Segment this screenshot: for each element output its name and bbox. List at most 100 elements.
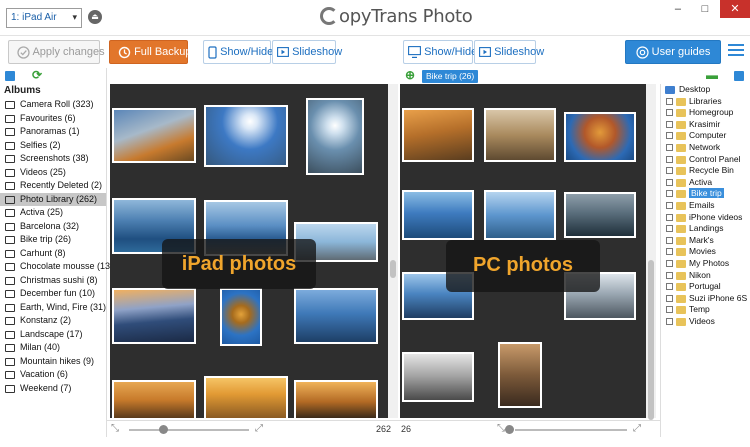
photo-thumbnail[interactable] [484, 108, 556, 162]
checkbox[interactable] [666, 259, 673, 267]
photo-thumbnail[interactable] [294, 380, 378, 418]
checkbox[interactable] [666, 306, 673, 314]
maximize-button[interactable]: □ [693, 0, 717, 18]
ipad-zoom-slider[interactable] [129, 429, 249, 431]
tree-item[interactable]: Mark's [661, 235, 750, 247]
expand-icon[interactable]: ⤢ [633, 423, 641, 434]
folder-icon[interactable]: ▬ [706, 68, 718, 82]
expand-icon[interactable]: ⤢ [255, 423, 263, 434]
checkbox[interactable] [666, 97, 673, 105]
album-item[interactable]: December fun (10) [0, 287, 106, 301]
tree-item[interactable]: Portugal [661, 281, 750, 293]
album-item[interactable]: Recently Deleted (2) [0, 179, 106, 193]
album-item[interactable]: Christmas sushi (8) [0, 274, 106, 288]
collapse-tree-icon[interactable] [734, 71, 744, 81]
photo-thumbnail[interactable] [220, 288, 262, 346]
checkbox[interactable] [666, 317, 673, 325]
checkbox[interactable] [666, 294, 673, 302]
pc-zoom-slider[interactable] [515, 429, 627, 431]
shrink-icon[interactable]: ⤡ [111, 423, 119, 434]
album-item[interactable]: Vacation (6) [0, 368, 106, 382]
album-item[interactable]: Chocolate mousse (13) [0, 260, 113, 274]
tree-item[interactable]: Suzi iPhone 6S [661, 293, 750, 305]
album-item[interactable]: Camera Roll (323) [0, 98, 106, 112]
tree-item[interactable]: Movies [661, 246, 750, 258]
tree-item-desktop[interactable]: Desktop [661, 84, 750, 96]
checkbox[interactable] [666, 109, 673, 117]
album-item[interactable]: Panoramas (1) [0, 125, 106, 139]
pc-pane-scrollbar[interactable] [646, 84, 656, 420]
album-item[interactable]: Favourites (6) [0, 112, 106, 126]
album-item[interactable]: Bike trip (26) [0, 233, 106, 247]
checkbox[interactable] [666, 225, 673, 233]
photo-thumbnail[interactable] [484, 190, 556, 240]
album-item[interactable]: Earth, Wind, Fire (31) [0, 301, 106, 315]
tree-item[interactable]: Control Panel [661, 154, 750, 166]
menu-icon[interactable] [728, 44, 744, 58]
album-item[interactable]: Weekend (7) [0, 382, 106, 396]
photo-thumbnail[interactable] [306, 98, 364, 175]
photo-thumbnail[interactable] [112, 108, 196, 163]
checkbox[interactable] [666, 283, 673, 291]
photo-thumbnail[interactable] [204, 105, 288, 167]
checkbox[interactable] [666, 236, 673, 244]
photo-thumbnail[interactable] [498, 342, 542, 408]
album-item[interactable]: Photo Library (262) [0, 192, 106, 206]
ipad-pane-scrollbar[interactable] [388, 84, 398, 418]
scrollbar-thumb[interactable] [648, 260, 654, 420]
album-item[interactable]: Videos (25) [0, 166, 106, 180]
checkbox[interactable] [666, 213, 673, 221]
photo-thumbnail[interactable] [294, 288, 378, 344]
user-guides-button[interactable]: User guides [625, 40, 721, 64]
tree-item[interactable]: Computer [661, 130, 750, 142]
device-select[interactable]: 1: iPad Air ▾ [6, 8, 82, 28]
add-album-icon[interactable]: ⟳ [32, 68, 42, 82]
checkbox[interactable] [666, 132, 673, 140]
album-item[interactable]: Screenshots (38) [0, 152, 106, 166]
tree-item[interactable]: Homegroup [661, 107, 750, 119]
checkbox[interactable] [666, 120, 673, 128]
eject-icon[interactable]: ⏏ [88, 10, 102, 24]
checkbox[interactable] [666, 201, 673, 209]
left-show-hide-button[interactable]: Show/Hide [203, 40, 273, 64]
checkbox[interactable] [666, 167, 673, 175]
album-item[interactable]: Landscape (17) [0, 328, 106, 342]
tree-item[interactable]: Recycle Bin [661, 165, 750, 177]
photo-thumbnail[interactable] [204, 376, 288, 418]
tree-item[interactable]: Network [661, 142, 750, 154]
add-folder-icon[interactable]: ⊕ [405, 68, 415, 82]
minimize-button[interactable]: – [666, 0, 690, 18]
tree-item[interactable]: Temp [661, 304, 750, 316]
tree-item[interactable]: Nikon [661, 270, 750, 282]
checkbox[interactable] [666, 155, 673, 163]
tree-item[interactable]: Bike trip [661, 188, 750, 200]
apply-changes-button[interactable]: Apply changes [8, 40, 105, 64]
tree-item[interactable]: Videos [661, 316, 750, 328]
album-item[interactable]: Carhunt (8) [0, 247, 106, 261]
album-item[interactable]: Mountain hikes (9) [0, 355, 106, 369]
scrollbar-thumb[interactable] [390, 260, 396, 278]
photo-thumbnail[interactable] [564, 112, 636, 162]
photo-thumbnail[interactable] [112, 380, 196, 418]
pc-photos-pane[interactable]: PC photos [400, 84, 646, 418]
left-slideshow-button[interactable]: Slideshow [272, 40, 342, 64]
full-backup-button[interactable]: Full Backup [109, 40, 192, 64]
close-button[interactable]: ✕ [720, 0, 750, 18]
album-item[interactable]: Barcelona (32) [0, 220, 106, 234]
checkbox[interactable] [666, 271, 673, 279]
right-slideshow-button[interactable]: Slideshow [474, 40, 544, 64]
checkbox[interactable] [666, 143, 673, 151]
checkbox[interactable] [666, 248, 673, 256]
pc-zoom-knob[interactable] [505, 425, 514, 434]
shrink-icon[interactable]: ⤡ [497, 423, 505, 434]
tree-item[interactable]: Libraries [661, 96, 750, 108]
tree-item[interactable]: Landings [661, 223, 750, 235]
checkbox[interactable] [666, 178, 673, 186]
ipad-zoom-knob[interactable] [159, 425, 168, 434]
photo-thumbnail[interactable] [564, 192, 636, 238]
photo-thumbnail[interactable] [112, 288, 196, 344]
collapse-sidebar-icon[interactable] [5, 71, 15, 81]
photo-thumbnail[interactable] [402, 352, 474, 402]
ipad-photos-pane[interactable]: iPad photos [110, 84, 388, 418]
album-item[interactable]: Selfies (2) [0, 139, 106, 153]
